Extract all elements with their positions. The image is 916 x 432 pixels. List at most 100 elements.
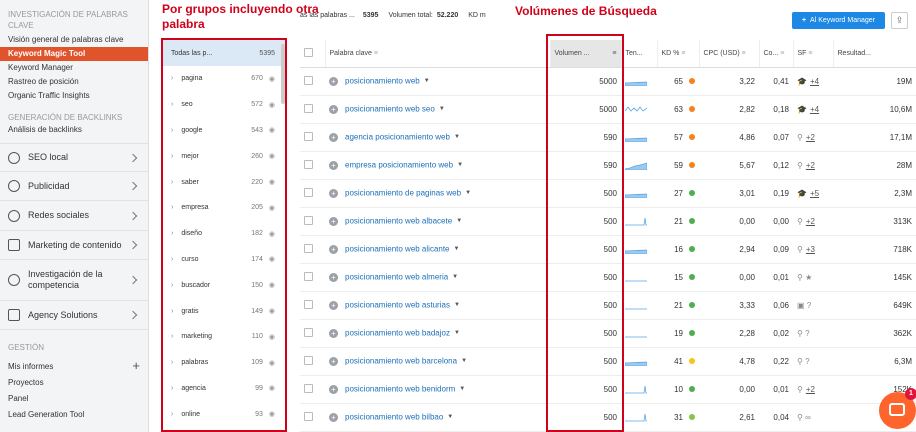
row-checkbox[interactable] [304,327,313,337]
dropdown-caret-icon[interactable]: ▼ [454,302,460,308]
dropdown-caret-icon[interactable]: ▼ [465,190,471,196]
add-keyword-icon[interactable]: + [329,76,338,86]
row-checkbox-cell[interactable] [300,403,325,432]
header-competition[interactable]: Co... ≡ [759,40,794,68]
keyword-cell[interactable]: + empresa posicionamiento web ▼ [325,151,550,180]
keyword-link[interactable]: posicionamiento web [345,77,420,86]
row-checkbox[interactable] [304,131,313,141]
add-keyword-icon[interactable]: + [329,272,338,282]
dropdown-caret-icon[interactable]: ▼ [459,386,465,392]
keyword-link[interactable]: posicionamiento web benidorm [345,385,455,394]
sidebar-section-marketing-contenido[interactable]: Marketing de contenido [0,230,148,259]
select-all-checkbox-cell[interactable] [300,40,326,68]
row-checkbox-cell[interactable] [300,347,325,376]
row-checkbox-cell[interactable] [300,263,325,292]
keyword-cell[interactable]: + posicionamiento web ▼ [325,67,550,96]
sidebar-item-organic-traffic-insights[interactable]: Organic Traffic Insights [0,89,148,103]
add-keyword-icon[interactable]: + [329,300,338,310]
sf-more-link[interactable]: +4 [810,105,819,114]
sidebar-section-competencia[interactable]: Investigación de la competencia [0,259,148,300]
dropdown-caret-icon[interactable]: ▼ [447,414,453,420]
dropdown-caret-icon[interactable]: ▼ [439,106,445,112]
sidebar-item-dashboard[interactable]: Panel [0,391,148,407]
sidebar-section-agency-solutions[interactable]: Agency Solutions [0,300,148,330]
keyword-cell[interactable]: + posicionamiento web bilbao ▼ [325,403,550,432]
row-checkbox[interactable] [304,103,313,113]
dropdown-caret-icon[interactable]: ▼ [454,330,460,336]
keyword-link[interactable]: posicionamiento web alicante [345,245,450,254]
row-checkbox[interactable] [304,355,313,365]
row-checkbox[interactable] [304,215,313,225]
sf-more-link[interactable]: +4 [810,77,819,86]
keyword-link[interactable]: posicionamiento de paginas web [345,189,461,198]
row-checkbox-cell[interactable] [300,95,325,124]
row-checkbox[interactable] [304,299,313,309]
sf-more-link[interactable]: +2 [806,161,815,170]
row-checkbox-cell[interactable] [300,291,325,320]
sidebar-item-projects[interactable]: Proyectos [0,375,148,391]
sf-more-link[interactable]: +2 [806,217,815,226]
add-keyword-icon[interactable]: + [329,160,338,170]
dropdown-caret-icon[interactable]: ▼ [454,134,460,140]
sf-more-link[interactable]: +2 [806,385,815,394]
add-keyword-icon[interactable]: + [329,244,338,254]
header-trend[interactable]: Ten... [621,40,658,68]
row-checkbox-cell[interactable] [300,179,325,208]
row-checkbox[interactable] [304,411,313,421]
header-keyword[interactable]: Palabra clave ≡ [325,40,551,68]
keyword-cell[interactable]: + posicionamiento web alicante ▼ [325,235,550,264]
row-checkbox-cell[interactable] [300,207,325,236]
row-checkbox[interactable] [304,187,313,197]
row-checkbox[interactable] [304,159,313,169]
add-keyword-icon[interactable]: + [329,356,338,366]
dropdown-caret-icon[interactable]: ▼ [452,274,458,280]
keyword-cell[interactable]: + posicionamiento web asturias ▼ [325,291,550,320]
row-checkbox[interactable] [304,243,313,253]
sidebar-section-seo-local[interactable]: SEO local [0,143,148,171]
sidebar-item-lead-generation[interactable]: Lead Generation Tool [0,407,148,423]
sidebar-section-publicidad[interactable]: Publicidad [0,171,148,200]
header-kd[interactable]: KD % ≡ [657,40,700,68]
keyword-link[interactable]: posicionamiento web asturias [345,301,450,310]
add-keyword-icon[interactable]: + [329,132,338,142]
dropdown-caret-icon[interactable]: ▼ [424,78,430,84]
keyword-cell[interactable]: + posicionamiento web almeria ▼ [325,263,550,292]
keyword-link[interactable]: empresa posicionamiento web [345,161,453,170]
add-keyword-icon[interactable]: + [329,384,338,394]
keyword-cell[interactable]: + posicionamiento de paginas web ▼ [325,179,550,208]
row-checkbox-cell[interactable] [300,235,325,264]
dropdown-caret-icon[interactable]: ▼ [454,246,460,252]
row-checkbox-cell[interactable] [300,151,325,180]
plus-icon[interactable]: + [132,358,140,375]
sidebar-item-keyword-manager[interactable]: Keyword Manager [0,61,148,75]
row-checkbox[interactable] [304,75,313,85]
add-keyword-icon[interactable]: + [329,104,338,114]
add-keyword-icon[interactable]: + [329,188,338,198]
sidebar-item-backlink-analysis[interactable]: Análisis de backlinks [0,123,148,137]
keyword-link[interactable]: posicionamiento web bilbao [345,413,443,422]
keyword-link[interactable]: posicionamiento web badajoz [345,329,450,338]
keyword-link[interactable]: posicionamiento web barcelona [345,357,457,366]
sf-more-link[interactable]: +3 [806,245,815,254]
sf-more-link[interactable]: +5 [810,189,819,198]
add-to-keyword-manager-button[interactable]: + Al Keyword Manager [792,12,885,29]
add-keyword-icon[interactable]: + [329,412,338,422]
row-checkbox-cell[interactable] [300,375,325,404]
keyword-cell[interactable]: + posicionamiento web albacete ▼ [325,207,550,236]
dropdown-caret-icon[interactable]: ▼ [457,162,463,168]
keyword-link[interactable]: posicionamiento web almeria [345,273,448,282]
row-checkbox-cell[interactable] [300,67,325,96]
row-checkbox[interactable] [304,271,313,281]
row-checkbox-cell[interactable] [300,319,325,348]
row-checkbox[interactable] [304,383,313,393]
keyword-cell[interactable]: + posicionamiento web badajoz ▼ [325,319,550,348]
keyword-cell[interactable]: + posicionamiento web benidorm ▼ [325,375,550,404]
header-cpc[interactable]: CPC (USD) ≡ [699,40,760,68]
sidebar-section-redes-sociales[interactable]: Redes sociales [0,200,148,230]
sf-more-link[interactable]: +2 [806,133,815,142]
chat-widget-button[interactable]: 1 [879,388,916,429]
sidebar-item-position-tracking[interactable]: Rastreo de posición [0,75,148,89]
dropdown-caret-icon[interactable]: ▼ [456,218,462,224]
add-keyword-icon[interactable]: + [329,216,338,226]
sidebar-item-keyword-overview[interactable]: Visión general de palabras clave [0,33,148,47]
